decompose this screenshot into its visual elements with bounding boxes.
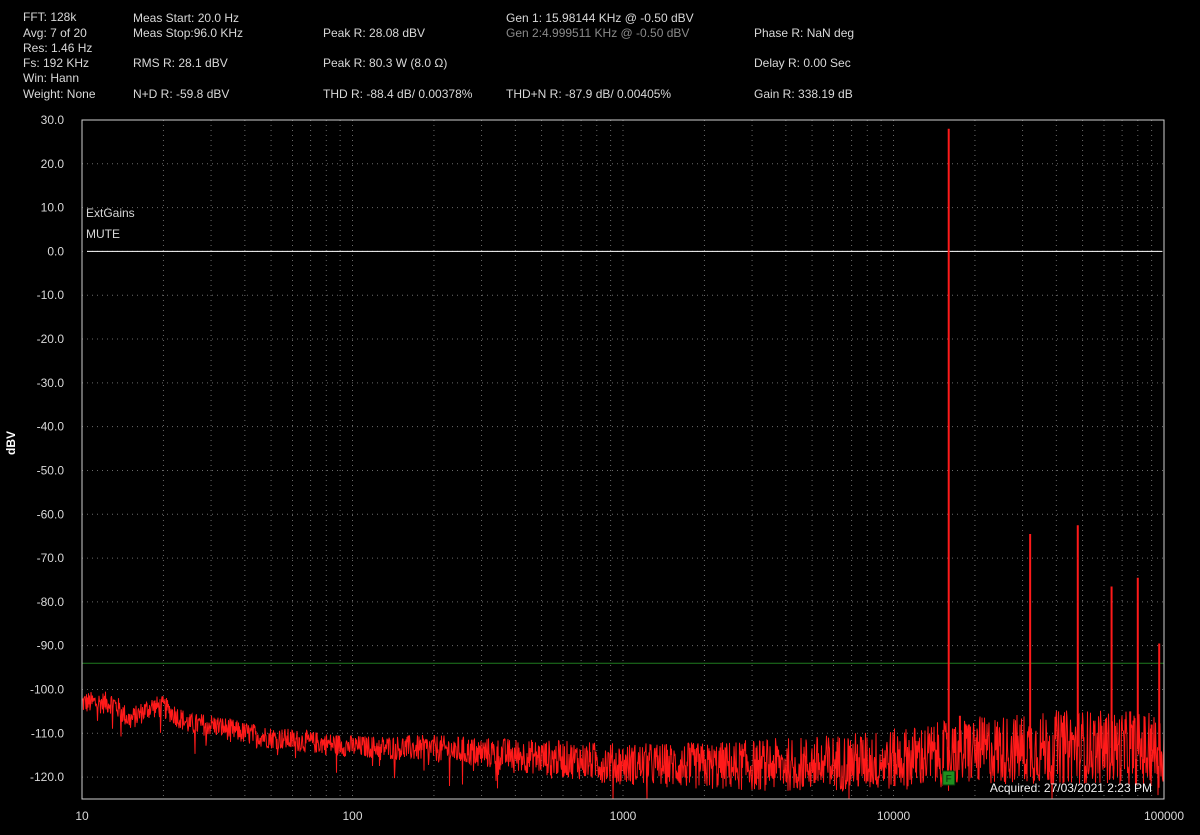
- y-tick-label: -30.0: [37, 376, 65, 390]
- grid: [82, 120, 1164, 799]
- y-tick-label: -10.0: [37, 288, 65, 302]
- acquired-timestamp: Acquired: 27/03/2021 2:23 PM: [990, 781, 1152, 795]
- y-tick-label: -120.0: [30, 770, 64, 784]
- annotation-extgains: ExtGains: [86, 206, 135, 220]
- y-tick-label: -60.0: [37, 507, 65, 521]
- y-tick-label: -100.0: [30, 682, 64, 696]
- x-tick-label: 10000: [877, 809, 911, 823]
- plot-frame: [81, 119, 1165, 800]
- spectrum-series: [81, 128, 1165, 800]
- y-tick-label: 20.0: [41, 157, 65, 171]
- y-tick-label: -110.0: [31, 726, 64, 740]
- x-tick-label: 10: [75, 809, 89, 823]
- y-tick-label: -90.0: [37, 639, 65, 653]
- x-tick-label: 100000: [1144, 809, 1184, 823]
- frequency-marker-label: F: [946, 774, 952, 785]
- y-tick-label: -70.0: [37, 551, 65, 565]
- y-tick-label: -20.0: [37, 332, 65, 346]
- annotations: ExtGains MUTE F Acquired: 27/03/2021 2:23 P…: [86, 206, 1152, 795]
- x-tick-label: 100: [342, 809, 362, 823]
- y-tick-label: -80.0: [37, 595, 65, 609]
- y-tick-label: -40.0: [37, 420, 65, 434]
- y-tick-label: 10.0: [41, 201, 65, 215]
- y-tick-label: -50.0: [37, 463, 65, 477]
- spectrum-chart: 30.0 20.0 10.0 0.0 -10.0 -20.0 -30.0 -40.0 -50.0…: [30, 113, 1184, 823]
- y-tick-label: 30.0: [41, 113, 65, 127]
- annotation-mute: MUTE: [86, 227, 120, 241]
- x-tick-label: 1000: [610, 809, 637, 823]
- y-tick-label: 0.0: [47, 244, 64, 258]
